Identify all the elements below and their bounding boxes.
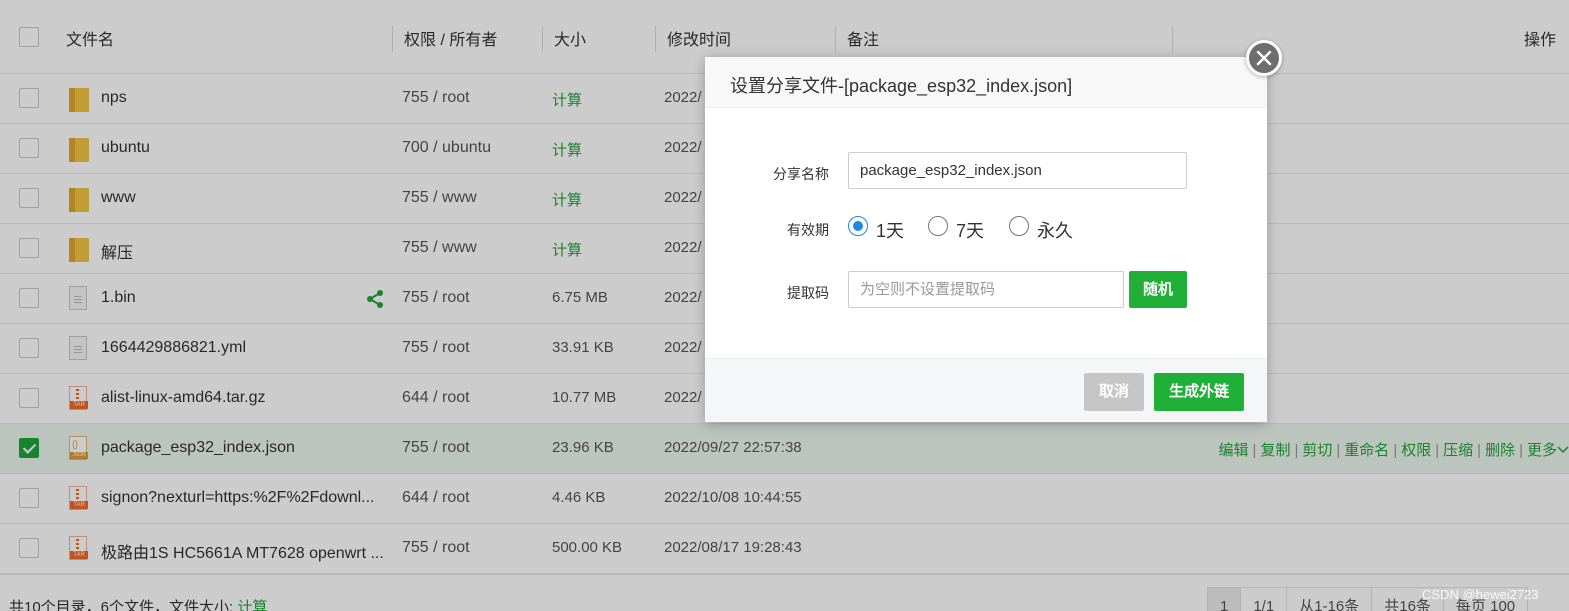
dialog-close-button[interactable] [1246, 40, 1282, 76]
share-name-label: 分享名称 [773, 166, 829, 182]
expire-forever-radio[interactable]: 永久 [1009, 215, 1079, 241]
expire-7day-radio[interactable]: 7天 [928, 215, 988, 241]
watermark: CSDN @hewei2723 [1422, 587, 1539, 602]
share-name-input[interactable]: package_esp32_index.json [848, 152, 1187, 189]
expire-1day-label[interactable]: 1天 [876, 217, 904, 243]
extract-code-label: 提取码 [787, 285, 829, 301]
random-code-button[interactable]: 随机 [1129, 271, 1187, 308]
dialog-footer: 取消 生成外链 [705, 358, 1267, 422]
generate-link-button[interactable]: 生成外链 [1154, 373, 1244, 411]
share-dialog: 设置分享文件-[package_esp32_index.json] 分享名称 p… [705, 57, 1267, 422]
expire-forever-label[interactable]: 永久 [1037, 217, 1073, 243]
dialog-title: 设置分享文件-[package_esp32_index.json] [730, 76, 1073, 96]
expire-label: 有效期 [787, 222, 829, 238]
cancel-button[interactable]: 取消 [1084, 373, 1144, 411]
dialog-header: 设置分享文件-[package_esp32_index.json] [705, 57, 1267, 108]
extract-code-input[interactable] [848, 271, 1124, 308]
expire-7day-label[interactable]: 7天 [956, 217, 984, 243]
expire-1day-radio[interactable]: 1天 [848, 215, 908, 241]
close-icon [1256, 50, 1272, 66]
